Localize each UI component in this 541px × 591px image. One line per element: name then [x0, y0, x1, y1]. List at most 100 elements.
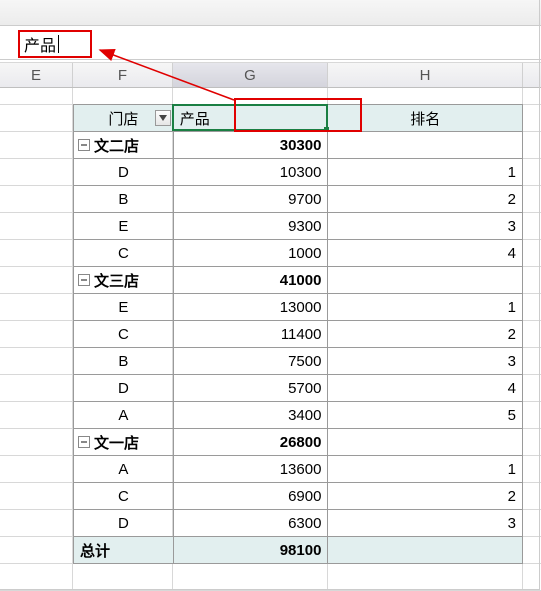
group-name-cell[interactable]: 文三店 [74, 267, 174, 293]
group-name: 文一店 [94, 432, 139, 453]
collapse-icon[interactable] [78, 139, 90, 151]
item-label: C [118, 488, 129, 505]
pivot-header-row: 门店 产品 排名 [74, 105, 523, 132]
value-cell[interactable]: 9300 [174, 213, 329, 239]
item-cell[interactable]: B [74, 186, 174, 212]
collapse-icon[interactable] [78, 274, 90, 286]
rank-label: 2 [508, 326, 516, 343]
column-header-h[interactable]: H [328, 63, 523, 87]
table-row: A 13600 1 [74, 456, 523, 483]
worksheet-area[interactable]: 门店 产品 排名 文二店30300D103001B97002E93003C100… [0, 88, 541, 591]
pivot-header-product[interactable]: 产品 [174, 105, 329, 131]
rank-label: 4 [508, 380, 516, 397]
group-rank-cell[interactable] [328, 267, 523, 293]
value-label: 1000 [288, 245, 321, 262]
value-cell[interactable]: 7500 [174, 348, 329, 374]
item-cell[interactable]: D [74, 510, 174, 536]
value-cell[interactable]: 6300 [174, 510, 329, 536]
item-cell[interactable]: C [74, 321, 174, 347]
value-label: 6900 [288, 488, 321, 505]
value-label: 3400 [288, 407, 321, 424]
rank-label: 3 [508, 353, 516, 370]
group-name-cell[interactable]: 文二店 [74, 132, 174, 158]
rank-label: 2 [508, 488, 516, 505]
rank-label: 4 [508, 245, 516, 262]
value-cell[interactable]: 11400 [174, 321, 329, 347]
item-cell[interactable]: E [74, 294, 174, 320]
rank-cell[interactable]: 3 [328, 213, 523, 239]
rank-cell[interactable]: 4 [328, 375, 523, 401]
table-row: B7500 3 [74, 348, 523, 375]
pivot-header-rank[interactable]: 排名 [328, 105, 523, 131]
value-cell[interactable]: 1000 [174, 240, 329, 266]
filter-dropdown-icon[interactable] [155, 110, 171, 126]
value-label: 13600 [280, 461, 322, 478]
value-cell[interactable]: 5700 [174, 375, 329, 401]
column-headers: E F G H [0, 62, 541, 88]
rank-cell[interactable]: 3 [328, 510, 523, 536]
formula-input[interactable]: 产品 [18, 30, 92, 58]
pivot-subtotal-row: 文一店 26800 [74, 429, 523, 456]
rank-label: 2 [508, 191, 516, 208]
group-total-cell[interactable]: 30300 [174, 132, 329, 158]
rank-cell[interactable]: 2 [328, 186, 523, 212]
value-cell[interactable]: 13600 [174, 456, 329, 482]
value-cell[interactable]: 13000 [174, 294, 329, 320]
table-row: D10300 1 [74, 159, 523, 186]
item-cell[interactable]: A [74, 456, 174, 482]
value-cell[interactable]: 9700 [174, 186, 329, 212]
item-cell[interactable]: A [74, 402, 174, 428]
rank-cell[interactable]: 2 [328, 483, 523, 509]
column-header-f[interactable]: F [73, 63, 173, 87]
group-name-cell[interactable]: 文一店 [74, 429, 174, 455]
group-name: 文三店 [94, 270, 139, 291]
grand-total-rank[interactable] [328, 537, 523, 563]
item-cell[interactable]: D [74, 375, 174, 401]
column-header-g[interactable]: G [173, 63, 328, 87]
group-total-cell[interactable]: 41000 [174, 267, 329, 293]
rank-label: 3 [508, 515, 516, 532]
table-row: E13000 1 [74, 294, 523, 321]
pivot-table: 门店 产品 排名 文二店30300D103001B97002E93003C100… [73, 104, 523, 564]
column-header-e[interactable]: E [0, 63, 73, 87]
formula-bar: 产品 [0, 26, 541, 60]
rank-cell[interactable]: 3 [328, 348, 523, 374]
grand-total-label[interactable]: 总计 [74, 537, 174, 563]
pivot-grand-total-row: 总计 98100 [74, 537, 523, 564]
rank-cell[interactable]: 1 [328, 159, 523, 185]
value-label: 6300 [288, 515, 321, 532]
collapse-icon[interactable] [78, 436, 90, 448]
item-label: A [118, 461, 128, 478]
item-label: E [118, 218, 128, 235]
item-cell[interactable]: D [74, 159, 174, 185]
item-cell[interactable]: E [74, 213, 174, 239]
rank-cell[interactable]: 2 [328, 321, 523, 347]
group-rank-cell[interactable] [328, 429, 523, 455]
item-cell[interactable]: B [74, 348, 174, 374]
text-caret [58, 35, 59, 53]
group-total: 41000 [280, 272, 322, 289]
rank-cell[interactable]: 1 [328, 294, 523, 320]
grand-total-value[interactable]: 98100 [174, 537, 329, 563]
table-row: C 6900 2 [74, 483, 523, 510]
rank-cell[interactable]: 5 [328, 402, 523, 428]
value-label: 9700 [288, 191, 321, 208]
pivot-header-store[interactable]: 门店 [74, 105, 174, 131]
group-name: 文二店 [94, 135, 139, 156]
item-label: D [118, 515, 129, 532]
item-label: B [118, 191, 128, 208]
rank-cell[interactable]: 4 [328, 240, 523, 266]
ribbon-strip [0, 0, 541, 26]
rank-label: 1 [508, 164, 516, 181]
value-cell[interactable]: 6900 [174, 483, 329, 509]
rank-cell[interactable]: 1 [328, 456, 523, 482]
item-label: D [118, 380, 129, 397]
table-row: B 9700 2 [74, 186, 523, 213]
item-cell[interactable]: C [74, 483, 174, 509]
group-total-cell[interactable]: 26800 [174, 429, 329, 455]
rank-label: 1 [508, 299, 516, 316]
group-rank-cell[interactable] [328, 132, 523, 158]
value-cell[interactable]: 10300 [174, 159, 329, 185]
item-cell[interactable]: C [74, 240, 174, 266]
value-cell[interactable]: 3400 [174, 402, 329, 428]
